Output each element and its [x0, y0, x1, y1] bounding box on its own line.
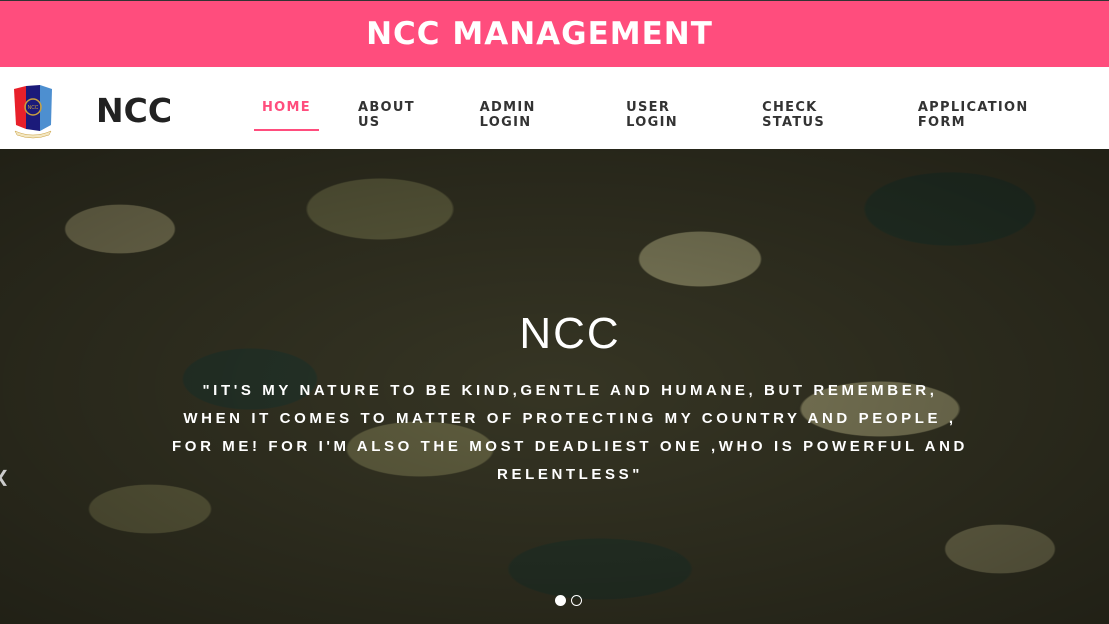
carousel-dot-2[interactable] — [571, 595, 582, 606]
hero-carousel: ❮ NCC "It's my nature to be kind,gentle … — [0, 149, 1109, 624]
ncc-logo[interactable]: NCC — [13, 85, 53, 144]
carousel-indicators — [555, 595, 582, 606]
hero-title: NCC — [519, 309, 621, 358]
main-menu: HOME ABOUT US ADMIN LOGIN USER LOGIN CHE… — [254, 67, 1109, 149]
navbar: NCC NCC HOME ABOUT US ADMIN LOGIN USER L… — [0, 67, 1109, 149]
banner-title: NCC MANAGEMENT — [366, 16, 713, 52]
top-banner: NCC MANAGEMENT — [0, 0, 1109, 67]
carousel-dot-1[interactable] — [555, 595, 566, 606]
hero-quote: "It's my nature to be kind,gentle and hu… — [172, 382, 968, 483]
brand-name[interactable]: NCC — [96, 91, 172, 130]
nav-check-status[interactable]: CHECK STATUS — [762, 67, 871, 131]
nav-user-login[interactable]: USER LOGIN — [626, 67, 715, 131]
nav-about-us[interactable]: ABOUT US — [358, 67, 433, 131]
nav-application-form[interactable]: APPLICATION FORM — [918, 67, 1062, 131]
hero-caption: NCC "It's my nature to be kind,gentle an… — [170, 309, 970, 489]
nav-home[interactable]: HOME — [254, 67, 319, 131]
svg-text:NCC: NCC — [28, 105, 39, 111]
nav-admin-login[interactable]: ADMIN LOGIN — [480, 67, 579, 131]
chevron-left-icon[interactable]: ❮ — [0, 467, 9, 487]
